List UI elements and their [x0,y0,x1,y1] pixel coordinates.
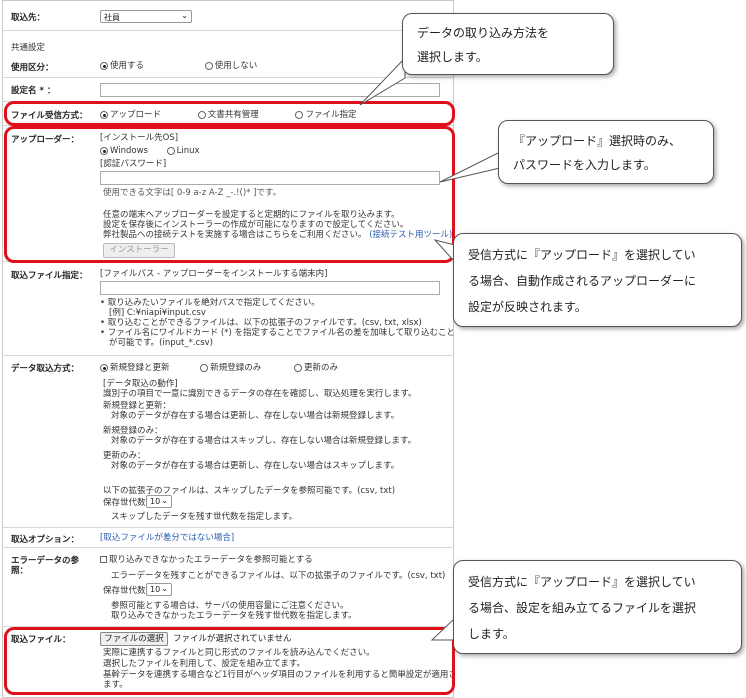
callout-3-line-3: 設定が反映されます。 [468,300,587,314]
callout-3-line-2: る場合、自動作成されるアップローダーに [468,274,697,288]
callout-1-line-2: 選択します。 [417,50,488,64]
callout-uploader: 受信方式に『アップロード』を選択してい る場合、自動作成されるアップローダーに … [453,233,742,327]
callout-3-tail [433,239,456,264]
callout-password: 『アップロード』選択時のみ、 パスワードを入力します。 [498,120,714,184]
callout-4-tail [430,616,456,641]
callout-2-tail [439,151,501,183]
callout-2-line-1: 『アップロード』選択時のみ、 [513,134,682,148]
callout-import-file: 受信方式に『アップロード』を選択してい る場合、設定を組み立てるファイルを選択 … [453,560,742,654]
callout-4-line-3: します。 [468,627,515,641]
callout-4-line-2: る場合、設定を組み立てるファイルを選択 [468,601,697,615]
callout-3-line-1: 受信方式に『アップロード』を選択してい [468,248,696,262]
callout-2-line-2: パスワードを入力します。 [513,158,656,172]
callout-4-line-1: 受信方式に『アップロード』を選択してい [468,575,696,589]
callout-1-line-1: データの取り込み方法を [417,26,550,40]
callout-receive-method: データの取り込み方法を 選択します。 [402,13,614,75]
callout-1-tail [359,56,406,106]
